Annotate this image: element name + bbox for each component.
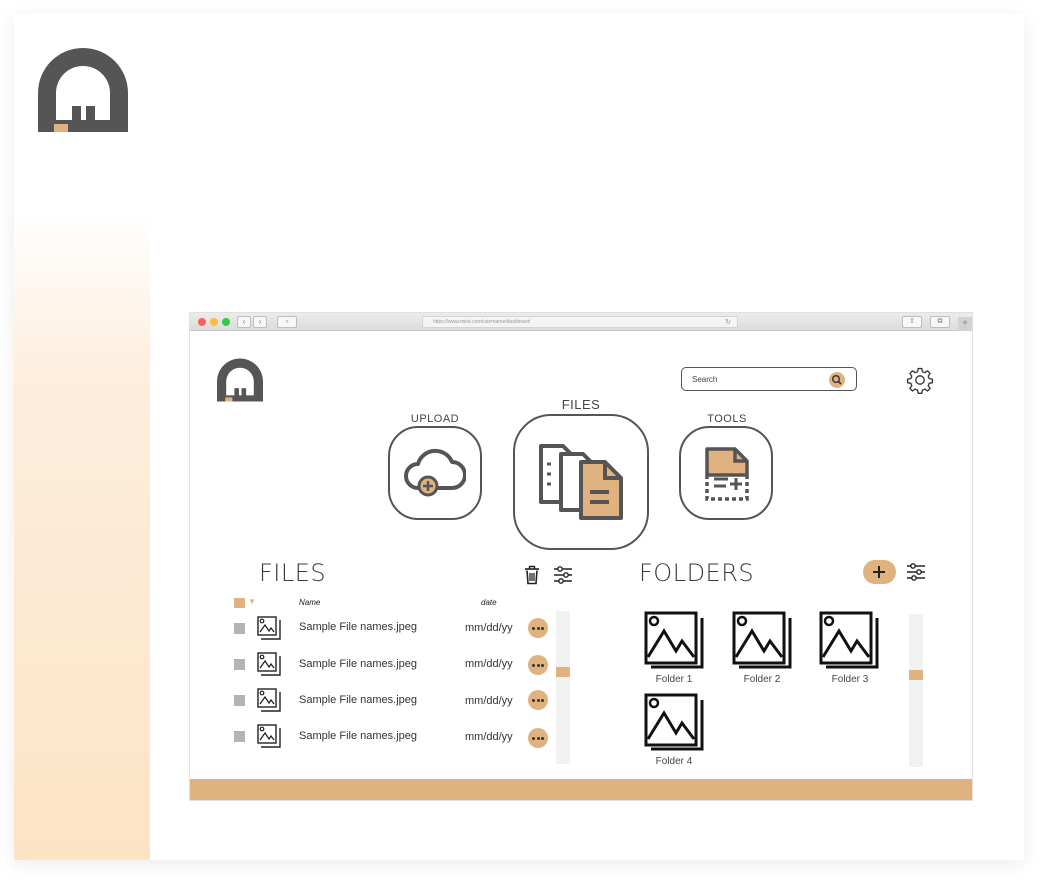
folders-section-title: FOLDERS (639, 559, 755, 587)
file-name[interactable]: Sample File names.jpeg (299, 658, 417, 670)
address-bar[interactable]: https://www.mine.com/username/dashboard … (422, 316, 738, 328)
files-scrollbar-thumb[interactable] (556, 667, 570, 677)
folders-scrollbar[interactable] (909, 614, 923, 767)
brand-logo-icon (38, 48, 128, 132)
tools-label: TOOLS (707, 413, 747, 425)
forward-button[interactable]: › (253, 316, 267, 328)
folder-image-icon (819, 611, 879, 669)
image-file-icon (257, 724, 281, 748)
more-icon[interactable] (528, 728, 548, 748)
folder-image-icon (644, 693, 704, 751)
sliders-icon[interactable] (906, 562, 926, 582)
file-name[interactable]: Sample File names.jpeg (299, 621, 417, 633)
more-icon[interactable] (528, 655, 548, 675)
file-name[interactable]: Sample File names.jpeg (299, 730, 417, 742)
search-box[interactable] (681, 367, 857, 391)
row-checkbox[interactable] (234, 659, 245, 670)
cloud-upload-icon (404, 448, 466, 497)
close-window-icon[interactable] (198, 318, 206, 326)
tabs-button[interactable]: ⧉ (930, 316, 950, 328)
name-column-header[interactable]: Name (299, 598, 320, 607)
search-input[interactable] (692, 372, 822, 386)
trash-icon[interactable] (524, 565, 540, 585)
upload-tile[interactable] (388, 426, 482, 520)
browser-toolbar: ‹ › ▫ https://www.mine.com/username/dash… (190, 313, 972, 331)
files-nav-label: FILES (561, 397, 601, 412)
sort-chevron-down-icon[interactable]: ▼ (248, 597, 256, 606)
folder-label: Folder 2 (743, 674, 781, 685)
folder-label: Folder 4 (655, 756, 693, 767)
folder-image-icon (732, 611, 792, 669)
image-file-icon (257, 616, 281, 640)
search-icon[interactable] (829, 372, 845, 388)
row-checkbox[interactable] (234, 695, 245, 706)
folders-scrollbar-thumb[interactable] (909, 670, 923, 680)
file-date: mm/dd/yy (465, 731, 513, 743)
sliders-icon[interactable] (553, 565, 573, 585)
new-tab-button[interactable]: + (958, 317, 972, 331)
image-file-icon (257, 652, 281, 676)
decorative-gradient-strip (14, 214, 150, 860)
image-file-icon (257, 688, 281, 712)
gear-icon[interactable] (906, 366, 934, 394)
maximize-window-icon[interactable] (222, 318, 230, 326)
more-icon[interactable] (528, 618, 548, 638)
share-button[interactable]: ⇧ (902, 316, 922, 328)
files-tile[interactable] (513, 414, 649, 550)
upload-label: UPLOAD (410, 413, 460, 425)
row-checkbox[interactable] (234, 731, 245, 742)
file-name[interactable]: Sample File names.jpeg (299, 694, 417, 706)
date-column-header[interactable]: date (481, 598, 497, 607)
files-scrollbar[interactable] (556, 611, 570, 764)
browser-window: ‹ › ▫ https://www.mine.com/username/dash… (190, 313, 972, 800)
address-url: https://www.mine.com/username/dashboard (433, 319, 531, 325)
folder-image-icon (644, 611, 704, 669)
sidebar-toggle-button[interactable]: ▫ (277, 316, 297, 328)
add-folder-button[interactable] (863, 560, 896, 584)
back-button[interactable]: ‹ (237, 316, 251, 328)
plus-icon (873, 566, 885, 578)
app-logo-icon[interactable] (217, 358, 263, 402)
tools-tile[interactable] (679, 426, 773, 520)
footer-bar (190, 779, 972, 800)
row-checkbox[interactable] (234, 623, 245, 634)
tools-icon (705, 447, 749, 501)
reload-icon[interactable]: ↻ (725, 317, 731, 328)
select-all-checkbox[interactable] (234, 598, 245, 608)
file-date: mm/dd/yy (465, 695, 513, 707)
files-section-title: FILES (259, 559, 327, 587)
folder-label: Folder 1 (655, 674, 693, 685)
folder-label: Folder 3 (831, 674, 869, 685)
files-icon (539, 444, 623, 520)
file-date: mm/dd/yy (465, 622, 513, 634)
presentation-stage: ‹ › ▫ https://www.mine.com/username/dash… (0, 0, 1058, 894)
more-icon[interactable] (528, 690, 548, 710)
file-date: mm/dd/yy (465, 658, 513, 670)
minimize-window-icon[interactable] (210, 318, 218, 326)
